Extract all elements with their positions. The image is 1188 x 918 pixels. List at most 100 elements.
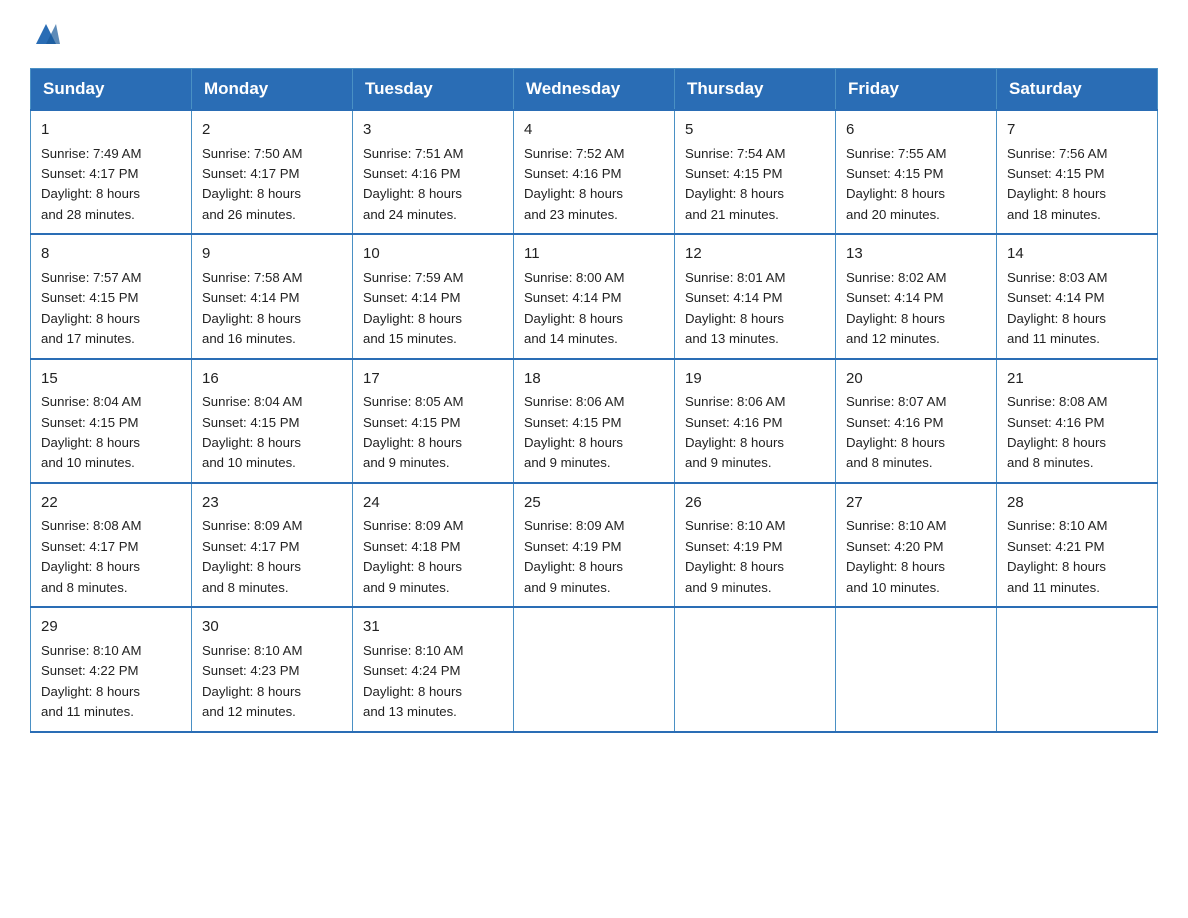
day-number: 23 [202,492,342,515]
day-number: 22 [41,492,181,515]
day-info: Sunrise: 8:10 AMSunset: 4:21 PMDaylight:… [1007,516,1147,598]
day-info: Sunrise: 8:10 AMSunset: 4:23 PMDaylight:… [202,641,342,723]
day-info: Sunrise: 8:10 AMSunset: 4:24 PMDaylight:… [363,641,503,723]
day-number: 4 [524,119,664,142]
day-number: 18 [524,368,664,391]
day-cell: 8Sunrise: 7:57 AMSunset: 4:15 PMDaylight… [31,234,192,358]
day-number: 28 [1007,492,1147,515]
day-info: Sunrise: 8:01 AMSunset: 4:14 PMDaylight:… [685,268,825,350]
day-cell: 4Sunrise: 7:52 AMSunset: 4:16 PMDaylight… [514,110,675,234]
day-info: Sunrise: 8:10 AMSunset: 4:22 PMDaylight:… [41,641,181,723]
day-cell: 20Sunrise: 8:07 AMSunset: 4:16 PMDayligh… [836,359,997,483]
day-cell: 11Sunrise: 8:00 AMSunset: 4:14 PMDayligh… [514,234,675,358]
day-cell: 22Sunrise: 8:08 AMSunset: 4:17 PMDayligh… [31,483,192,607]
day-cell: 12Sunrise: 8:01 AMSunset: 4:14 PMDayligh… [675,234,836,358]
day-cell: 9Sunrise: 7:58 AMSunset: 4:14 PMDaylight… [192,234,353,358]
day-number: 9 [202,243,342,266]
day-number: 11 [524,243,664,266]
day-info: Sunrise: 8:10 AMSunset: 4:19 PMDaylight:… [685,516,825,598]
day-cell: 28Sunrise: 8:10 AMSunset: 4:21 PMDayligh… [997,483,1158,607]
weekday-header-thursday: Thursday [675,69,836,111]
day-info: Sunrise: 8:08 AMSunset: 4:17 PMDaylight:… [41,516,181,598]
day-number: 12 [685,243,825,266]
day-info: Sunrise: 8:04 AMSunset: 4:15 PMDaylight:… [41,392,181,474]
day-number: 2 [202,119,342,142]
day-number: 7 [1007,119,1147,142]
day-info: Sunrise: 7:56 AMSunset: 4:15 PMDaylight:… [1007,144,1147,226]
calendar-table: SundayMondayTuesdayWednesdayThursdayFrid… [30,68,1158,733]
day-number: 1 [41,119,181,142]
day-cell: 7Sunrise: 7:56 AMSunset: 4:15 PMDaylight… [997,110,1158,234]
day-info: Sunrise: 8:09 AMSunset: 4:19 PMDaylight:… [524,516,664,598]
day-cell: 27Sunrise: 8:10 AMSunset: 4:20 PMDayligh… [836,483,997,607]
day-number: 19 [685,368,825,391]
day-number: 27 [846,492,986,515]
week-row-4: 22Sunrise: 8:08 AMSunset: 4:17 PMDayligh… [31,483,1158,607]
day-cell: 30Sunrise: 8:10 AMSunset: 4:23 PMDayligh… [192,607,353,731]
logo [30,20,62,48]
day-cell: 15Sunrise: 8:04 AMSunset: 4:15 PMDayligh… [31,359,192,483]
day-info: Sunrise: 7:52 AMSunset: 4:16 PMDaylight:… [524,144,664,226]
logo-icon [32,20,60,48]
day-cell: 23Sunrise: 8:09 AMSunset: 4:17 PMDayligh… [192,483,353,607]
day-cell: 24Sunrise: 8:09 AMSunset: 4:18 PMDayligh… [353,483,514,607]
day-number: 31 [363,616,503,639]
day-cell [675,607,836,731]
day-number: 10 [363,243,503,266]
day-number: 5 [685,119,825,142]
day-cell: 26Sunrise: 8:10 AMSunset: 4:19 PMDayligh… [675,483,836,607]
day-info: Sunrise: 8:06 AMSunset: 4:15 PMDaylight:… [524,392,664,474]
day-info: Sunrise: 8:09 AMSunset: 4:17 PMDaylight:… [202,516,342,598]
day-cell: 21Sunrise: 8:08 AMSunset: 4:16 PMDayligh… [997,359,1158,483]
weekday-header-saturday: Saturday [997,69,1158,111]
day-cell: 2Sunrise: 7:50 AMSunset: 4:17 PMDaylight… [192,110,353,234]
day-number: 17 [363,368,503,391]
weekday-header-monday: Monday [192,69,353,111]
day-cell: 5Sunrise: 7:54 AMSunset: 4:15 PMDaylight… [675,110,836,234]
day-number: 15 [41,368,181,391]
day-info: Sunrise: 8:08 AMSunset: 4:16 PMDaylight:… [1007,392,1147,474]
day-cell: 10Sunrise: 7:59 AMSunset: 4:14 PMDayligh… [353,234,514,358]
page-header [30,20,1158,48]
day-number: 30 [202,616,342,639]
week-row-3: 15Sunrise: 8:04 AMSunset: 4:15 PMDayligh… [31,359,1158,483]
day-number: 25 [524,492,664,515]
weekday-header-sunday: Sunday [31,69,192,111]
day-info: Sunrise: 8:04 AMSunset: 4:15 PMDaylight:… [202,392,342,474]
day-info: Sunrise: 8:03 AMSunset: 4:14 PMDaylight:… [1007,268,1147,350]
week-row-5: 29Sunrise: 8:10 AMSunset: 4:22 PMDayligh… [31,607,1158,731]
day-number: 21 [1007,368,1147,391]
day-cell: 6Sunrise: 7:55 AMSunset: 4:15 PMDaylight… [836,110,997,234]
day-number: 8 [41,243,181,266]
day-info: Sunrise: 7:51 AMSunset: 4:16 PMDaylight:… [363,144,503,226]
day-number: 16 [202,368,342,391]
weekday-header-row: SundayMondayTuesdayWednesdayThursdayFrid… [31,69,1158,111]
weekday-header-friday: Friday [836,69,997,111]
day-info: Sunrise: 7:50 AMSunset: 4:17 PMDaylight:… [202,144,342,226]
day-number: 20 [846,368,986,391]
day-info: Sunrise: 7:49 AMSunset: 4:17 PMDaylight:… [41,144,181,226]
day-cell: 29Sunrise: 8:10 AMSunset: 4:22 PMDayligh… [31,607,192,731]
day-cell: 1Sunrise: 7:49 AMSunset: 4:17 PMDaylight… [31,110,192,234]
day-info: Sunrise: 7:57 AMSunset: 4:15 PMDaylight:… [41,268,181,350]
day-cell [997,607,1158,731]
day-cell: 19Sunrise: 8:06 AMSunset: 4:16 PMDayligh… [675,359,836,483]
weekday-header-tuesday: Tuesday [353,69,514,111]
day-cell: 3Sunrise: 7:51 AMSunset: 4:16 PMDaylight… [353,110,514,234]
day-info: Sunrise: 7:58 AMSunset: 4:14 PMDaylight:… [202,268,342,350]
day-number: 26 [685,492,825,515]
weekday-header-wednesday: Wednesday [514,69,675,111]
day-number: 14 [1007,243,1147,266]
day-info: Sunrise: 7:55 AMSunset: 4:15 PMDaylight:… [846,144,986,226]
day-cell: 17Sunrise: 8:05 AMSunset: 4:15 PMDayligh… [353,359,514,483]
day-info: Sunrise: 7:54 AMSunset: 4:15 PMDaylight:… [685,144,825,226]
day-cell: 25Sunrise: 8:09 AMSunset: 4:19 PMDayligh… [514,483,675,607]
day-info: Sunrise: 8:06 AMSunset: 4:16 PMDaylight:… [685,392,825,474]
day-info: Sunrise: 8:00 AMSunset: 4:14 PMDaylight:… [524,268,664,350]
day-info: Sunrise: 8:05 AMSunset: 4:15 PMDaylight:… [363,392,503,474]
day-info: Sunrise: 8:09 AMSunset: 4:18 PMDaylight:… [363,516,503,598]
day-cell: 16Sunrise: 8:04 AMSunset: 4:15 PMDayligh… [192,359,353,483]
day-cell: 31Sunrise: 8:10 AMSunset: 4:24 PMDayligh… [353,607,514,731]
week-row-2: 8Sunrise: 7:57 AMSunset: 4:15 PMDaylight… [31,234,1158,358]
day-number: 6 [846,119,986,142]
